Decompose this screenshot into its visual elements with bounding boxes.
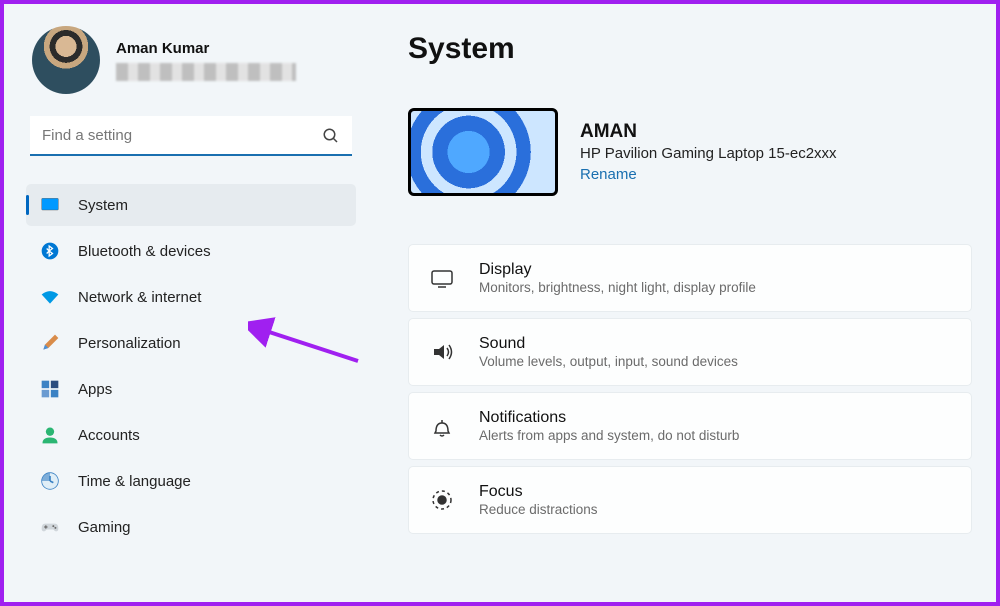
nav-list: System Bluetooth & devices Network & int… (26, 184, 356, 548)
apps-icon (40, 379, 60, 399)
setting-subtitle: Alerts from apps and system, do not dist… (479, 428, 739, 443)
device-thumbnail (408, 108, 558, 196)
sidebar-item-personalization[interactable]: Personalization (26, 322, 356, 364)
user-text: Aman Kumar (116, 40, 296, 81)
sidebar: Aman Kumar System Bluetooth & devices (4, 4, 374, 602)
bell-icon (429, 413, 455, 439)
setting-title: Focus (479, 483, 598, 501)
sidebar-item-label: Network & internet (78, 289, 201, 306)
device-info-row: AMAN HP Pavilion Gaming Laptop 15-ec2xxx… (408, 108, 972, 196)
main-content: System AMAN HP Pavilion Gaming Laptop 15… (374, 4, 996, 602)
sidebar-item-bluetooth[interactable]: Bluetooth & devices (26, 230, 356, 272)
search-wrap (30, 116, 352, 156)
setting-title: Display (479, 261, 756, 279)
device-text: AMAN HP Pavilion Gaming Laptop 15-ec2xxx… (580, 121, 837, 183)
wifi-icon (40, 287, 60, 307)
setting-text: Focus Reduce distractions (479, 483, 598, 517)
user-email-redacted (116, 63, 296, 81)
sidebar-item-label: Time & language (78, 473, 191, 490)
sidebar-item-network[interactable]: Network & internet (26, 276, 356, 318)
gaming-icon (40, 517, 60, 537)
sidebar-item-label: System (78, 197, 128, 214)
time-icon (40, 471, 60, 491)
device-model: HP Pavilion Gaming Laptop 15-ec2xxx (580, 145, 837, 162)
setting-display[interactable]: Display Monitors, brightness, night ligh… (408, 244, 972, 312)
search-icon (322, 127, 340, 145)
display-icon (429, 265, 455, 291)
sidebar-item-gaming[interactable]: Gaming (26, 506, 356, 548)
account-icon (40, 425, 60, 445)
brush-icon (40, 333, 60, 353)
avatar (32, 26, 100, 94)
setting-text: Sound Volume levels, output, input, soun… (479, 335, 738, 369)
setting-text: Notifications Alerts from apps and syste… (479, 409, 739, 443)
sidebar-item-time[interactable]: Time & language (26, 460, 356, 502)
focus-icon (429, 487, 455, 513)
setting-subtitle: Reduce distractions (479, 502, 598, 517)
sidebar-item-system[interactable]: System (26, 184, 356, 226)
setting-subtitle: Monitors, brightness, night light, displ… (479, 280, 756, 295)
bluetooth-icon (40, 241, 60, 261)
device-name: AMAN (580, 121, 837, 143)
setting-text: Display Monitors, brightness, night ligh… (479, 261, 756, 295)
sidebar-item-accounts[interactable]: Accounts (26, 414, 356, 456)
setting-notifications[interactable]: Notifications Alerts from apps and syste… (408, 392, 972, 460)
user-name: Aman Kumar (116, 40, 296, 57)
sidebar-item-label: Accounts (78, 427, 140, 444)
setting-focus[interactable]: Focus Reduce distractions (408, 466, 972, 534)
sidebar-item-label: Bluetooth & devices (78, 243, 211, 260)
setting-sound[interactable]: Sound Volume levels, output, input, soun… (408, 318, 972, 386)
sidebar-item-apps[interactable]: Apps (26, 368, 356, 410)
setting-title: Notifications (479, 409, 739, 427)
sidebar-item-label: Personalization (78, 335, 181, 352)
setting-subtitle: Volume levels, output, input, sound devi… (479, 354, 738, 369)
settings-list: Display Monitors, brightness, night ligh… (408, 244, 972, 534)
user-account-row[interactable]: Aman Kumar (26, 26, 356, 94)
rename-link[interactable]: Rename (580, 166, 837, 183)
search-input[interactable] (30, 116, 352, 156)
setting-title: Sound (479, 335, 738, 353)
sidebar-item-label: Apps (78, 381, 112, 398)
page-title: System (408, 32, 972, 66)
sound-icon (429, 339, 455, 365)
system-icon (40, 195, 60, 215)
sidebar-item-label: Gaming (78, 519, 131, 536)
